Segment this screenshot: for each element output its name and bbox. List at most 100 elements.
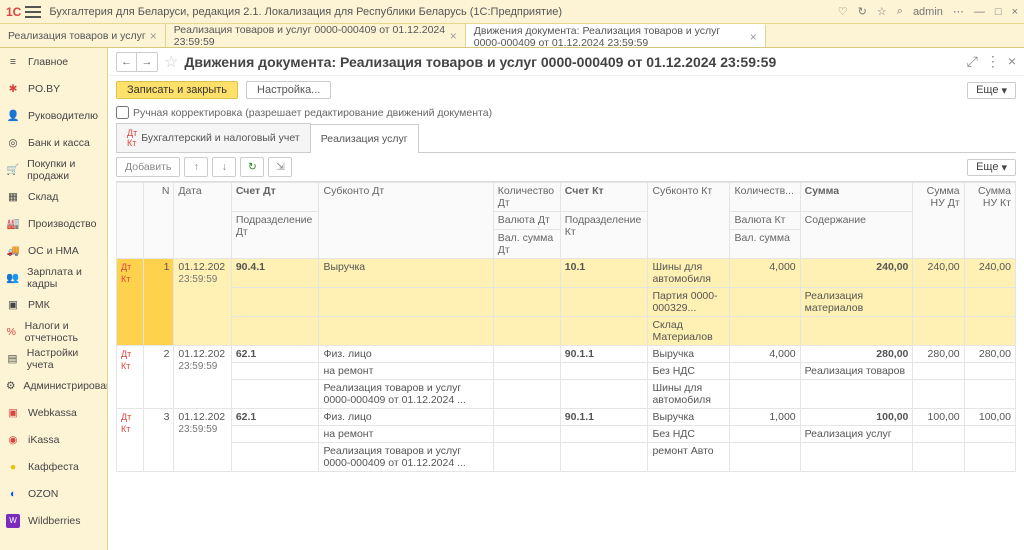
col-valdt[interactable]: Валюта Дт: [493, 212, 560, 230]
col-subkt[interactable]: Субконто Кт: [648, 183, 730, 259]
search-icon[interactable]: ⌕: [897, 5, 903, 18]
export-button[interactable]: ⇲: [268, 157, 292, 177]
col-date[interactable]: Дата: [174, 183, 231, 259]
boxes-icon: ▦: [6, 190, 20, 204]
subtab-services[interactable]: Реализация услуг: [310, 124, 419, 153]
bell-icon[interactable]: ♡: [838, 5, 848, 18]
refresh-button[interactable]: ↻: [240, 157, 264, 177]
col-sod[interactable]: Содержание: [800, 212, 913, 259]
sidebar-item-os[interactable]: 🚚ОС и НМА: [0, 237, 107, 264]
nav-buttons: ← →: [116, 52, 158, 72]
sidebar-item-ozon[interactable]: ◐OZON: [0, 480, 107, 507]
manual-edit-label: Ручная корректировка (разрешает редактир…: [133, 107, 492, 119]
settings-button[interactable]: Настройка...: [246, 81, 331, 99]
sidebar-item-web[interactable]: ▣Webkassa: [0, 399, 107, 426]
dk-icon: ДтКт: [127, 128, 137, 148]
ikassa-icon: ◉: [6, 433, 20, 447]
ozon-icon: ◐: [6, 487, 20, 501]
forward-button[interactable]: →: [137, 53, 157, 71]
table-row[interactable]: ДтКт 2 01.12.20223:59:59 62.1 Физ. лицо …: [117, 346, 1016, 363]
expand-icon[interactable]: ⤢: [967, 53, 978, 70]
col-podrdt[interactable]: Подразделение Дт: [231, 212, 319, 259]
close-icon[interactable]: ×: [450, 29, 457, 43]
col-n[interactable]: N: [143, 183, 174, 259]
tab-1[interactable]: Реализация товаров и услуг×: [0, 24, 166, 47]
col-valsumdt[interactable]: Вал. сумма Дт: [493, 230, 560, 259]
col-kolkt[interactable]: Количеств...: [730, 183, 800, 212]
close-panel-icon[interactable]: ×: [1008, 53, 1016, 70]
wb-icon: W: [6, 514, 20, 528]
gear-icon: ⚙: [6, 379, 15, 393]
col-sumnukt[interactable]: Сумма НУ Кт: [964, 183, 1015, 259]
dk-icon: ДтКт: [121, 349, 131, 371]
page-title: Движения документа: Реализация товаров и…: [184, 54, 776, 70]
grid-more-button[interactable]: Еще▾: [967, 159, 1016, 176]
move-down-button[interactable]: ↓: [212, 157, 236, 177]
menu-icon[interactable]: [25, 6, 41, 18]
col-podrkt[interactable]: Подразделение Кт: [560, 212, 648, 259]
dk-icon: ДтКт: [121, 412, 131, 434]
kaf-icon: ●: [6, 460, 20, 474]
sidebar-item-admin[interactable]: ⚙Администрирование: [0, 372, 107, 399]
star-icon[interactable]: ☆: [877, 5, 887, 18]
sidebar-item-nast[interactable]: ▤Настройки учета: [0, 345, 107, 372]
movements-grid[interactable]: N Дата Счет Дт Субконто Дт Количество Дт…: [116, 181, 1016, 550]
subtab-accounting[interactable]: ДтКтБухгалтерский и налоговый учет: [116, 123, 311, 152]
list-icon: ≡: [6, 55, 20, 69]
table-row[interactable]: ДтКт 3 01.12.20223:59:59 62.1 Физ. лицо …: [117, 409, 1016, 426]
col-sum[interactable]: Сумма: [800, 183, 913, 212]
pos-icon: ▣: [6, 298, 20, 312]
sidebar-item-pokup[interactable]: 🛒Покупки и продажи: [0, 156, 107, 183]
settings-icon[interactable]: ⋯: [953, 5, 964, 18]
save-close-button[interactable]: Записать и закрыть: [116, 81, 238, 99]
person-icon: 👤: [6, 109, 20, 123]
menu-dots-icon[interactable]: ⋮: [986, 53, 1000, 70]
manual-edit-checkbox[interactable]: [116, 106, 129, 119]
doc-icon: ▤: [6, 352, 19, 366]
col-sumnudt[interactable]: Сумма НУ Дт: [913, 183, 964, 259]
tab-2[interactable]: Реализация товаров и услуг 0000-000409 о…: [166, 24, 466, 47]
col-valsumkt[interactable]: Вал. сумма: [730, 230, 800, 259]
sidebar-item-proizv[interactable]: 🏭Производство: [0, 210, 107, 237]
sidebar-item-nalog[interactable]: %Налоги и отчетность: [0, 318, 107, 345]
col-koldt[interactable]: Количество Дт: [493, 183, 560, 212]
sidebar-item-ruk[interactable]: 👤Руководителю: [0, 102, 107, 129]
col-subdt[interactable]: Субконто Дт: [319, 183, 493, 259]
sidebar-item-ikassa[interactable]: ◉iKassa: [0, 426, 107, 453]
col-schdt[interactable]: Счет Дт: [231, 183, 319, 212]
web-icon: ▣: [6, 406, 20, 420]
asterisk-icon: ✱: [6, 82, 20, 96]
back-button[interactable]: ←: [117, 53, 137, 71]
cart-icon: 🛒: [6, 163, 19, 177]
minimize-icon[interactable]: —: [974, 6, 985, 18]
sidebar-item-main[interactable]: ≡Главное: [0, 48, 107, 75]
coin-icon: ◎: [6, 136, 20, 150]
close-icon[interactable]: ×: [750, 30, 757, 44]
content-area: ← → ☆ Движения документа: Реализация тов…: [108, 48, 1024, 550]
favorite-icon[interactable]: ☆: [164, 52, 178, 72]
sidebar-item-poby[interactable]: ✱PO.BY: [0, 75, 107, 102]
tax-icon: %: [6, 325, 17, 339]
close-icon[interactable]: ×: [1012, 6, 1018, 18]
more-button[interactable]: Еще▾: [967, 82, 1016, 99]
sidebar-item-zp[interactable]: 👥Зарплата и кадры: [0, 264, 107, 291]
user-label[interactable]: admin: [913, 6, 943, 18]
window-icon[interactable]: □: [995, 6, 1002, 18]
sidebar-item-kaf[interactable]: ●Каффеста: [0, 453, 107, 480]
table-row[interactable]: ДтКт 1 01.12.20223:59:59 90.4.1 Выручка …: [117, 259, 1016, 288]
add-button[interactable]: Добавить: [116, 157, 180, 177]
truck-icon: 🚚: [6, 244, 20, 258]
close-icon[interactable]: ×: [150, 29, 157, 43]
sidebar-item-bank[interactable]: ◎Банк и касса: [0, 129, 107, 156]
app-title: Бухгалтерия для Беларуси, редакция 2.1. …: [49, 6, 837, 18]
history-icon[interactable]: ↻: [858, 5, 867, 18]
tab-3[interactable]: Движения документа: Реализация товаров и…: [466, 24, 766, 47]
col-schkt[interactable]: Счет Кт: [560, 183, 648, 212]
sidebar-item-rmk[interactable]: ▣РМК: [0, 291, 107, 318]
sidebar-item-wb[interactable]: WWildberries: [0, 507, 107, 534]
sidebar-item-sklad[interactable]: ▦Склад: [0, 183, 107, 210]
move-up-button[interactable]: ↑: [184, 157, 208, 177]
chevron-down-icon: ▾: [1001, 161, 1007, 174]
col-valkt[interactable]: Валюта Кт: [730, 212, 800, 230]
nav-sidebar: ≡Главное ✱PO.BY 👤Руководителю ◎Банк и ка…: [0, 48, 108, 550]
